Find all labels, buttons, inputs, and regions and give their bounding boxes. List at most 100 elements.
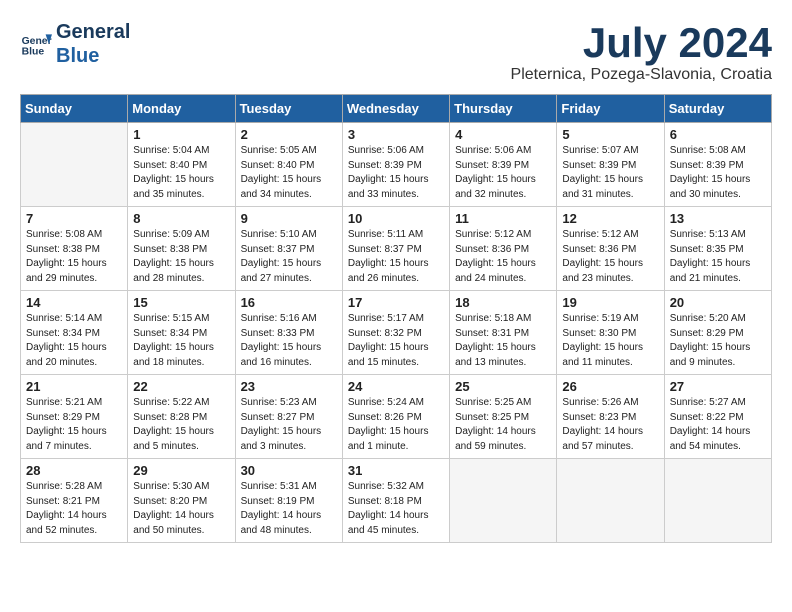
- day-info: Sunrise: 5:16 AM Sunset: 8:33 PM Dayligh…: [241, 312, 337, 370]
- month-title: July 2024: [511, 20, 772, 66]
- logo-text-general: General: [56, 20, 130, 44]
- day-info: Sunrise: 5:32 AM Sunset: 8:18 PM Dayligh…: [348, 480, 444, 538]
- day-number: 13: [670, 211, 766, 226]
- calendar-cell: 31 Sunrise: 5:32 AM Sunset: 8:18 PM Dayli…: [342, 459, 449, 543]
- day-info: Sunrise: 5:10 AM Sunset: 8:37 PM Dayligh…: [241, 228, 337, 286]
- calendar-cell: 14 Sunrise: 5:14 AM Sunset: 8:34 PM Dayli…: [21, 291, 128, 375]
- weekday-header-row: SundayMondayTuesdayWednesdayThursdayFrid…: [21, 95, 772, 123]
- day-number: 9: [241, 211, 337, 226]
- weekday-header-tuesday: Tuesday: [235, 95, 342, 123]
- day-info: Sunrise: 5:23 AM Sunset: 8:27 PM Dayligh…: [241, 396, 337, 454]
- day-number: 29: [133, 463, 229, 478]
- day-number: 31: [348, 463, 444, 478]
- calendar-cell: 16 Sunrise: 5:16 AM Sunset: 8:33 PM Dayli…: [235, 291, 342, 375]
- logo: General Blue General Blue: [20, 20, 130, 68]
- day-number: 16: [241, 295, 337, 310]
- calendar-cell: 19 Sunrise: 5:19 AM Sunset: 8:30 PM Dayli…: [557, 291, 664, 375]
- day-number: 21: [26, 379, 122, 394]
- day-number: 1: [133, 127, 229, 142]
- day-info: Sunrise: 5:22 AM Sunset: 8:28 PM Dayligh…: [133, 396, 229, 454]
- weekday-header-thursday: Thursday: [450, 95, 557, 123]
- weekday-header-saturday: Saturday: [664, 95, 771, 123]
- day-number: 23: [241, 379, 337, 394]
- day-info: Sunrise: 5:14 AM Sunset: 8:34 PM Dayligh…: [26, 312, 122, 370]
- day-info: Sunrise: 5:04 AM Sunset: 8:40 PM Dayligh…: [133, 144, 229, 202]
- calendar-cell: 11 Sunrise: 5:12 AM Sunset: 8:36 PM Dayli…: [450, 207, 557, 291]
- day-number: 12: [562, 211, 658, 226]
- calendar-cell: 5 Sunrise: 5:07 AM Sunset: 8:39 PM Daylig…: [557, 123, 664, 207]
- weekday-header-monday: Monday: [128, 95, 235, 123]
- day-info: Sunrise: 5:17 AM Sunset: 8:32 PM Dayligh…: [348, 312, 444, 370]
- day-info: Sunrise: 5:25 AM Sunset: 8:25 PM Dayligh…: [455, 396, 551, 454]
- calendar-cell: 1 Sunrise: 5:04 AM Sunset: 8:40 PM Daylig…: [128, 123, 235, 207]
- day-info: Sunrise: 5:07 AM Sunset: 8:39 PM Dayligh…: [562, 144, 658, 202]
- calendar-cell: 7 Sunrise: 5:08 AM Sunset: 8:38 PM Daylig…: [21, 207, 128, 291]
- calendar-week-4: 21 Sunrise: 5:21 AM Sunset: 8:29 PM Dayli…: [21, 375, 772, 459]
- title-block: July 2024 Pleternica, Pozega-Slavonia, C…: [511, 20, 772, 84]
- calendar-week-2: 7 Sunrise: 5:08 AM Sunset: 8:38 PM Daylig…: [21, 207, 772, 291]
- logo-icon: General Blue: [20, 28, 52, 60]
- day-info: Sunrise: 5:05 AM Sunset: 8:40 PM Dayligh…: [241, 144, 337, 202]
- calendar-cell: 18Sunrise: 5:18 AM Sunset: 8:31 PM Dayli…: [450, 291, 557, 375]
- calendar-cell: 22Sunrise: 5:22 AM Sunset: 8:28 PM Dayli…: [128, 375, 235, 459]
- day-info: Sunrise: 5:08 AM Sunset: 8:39 PM Dayligh…: [670, 144, 766, 202]
- calendar-cell: 3 Sunrise: 5:06 AM Sunset: 8:39 PM Daylig…: [342, 123, 449, 207]
- calendar-cell: 17 Sunrise: 5:17 AM Sunset: 8:32 PM Dayli…: [342, 291, 449, 375]
- day-info: Sunrise: 5:11 AM Sunset: 8:37 PM Dayligh…: [348, 228, 444, 286]
- day-number: 26: [562, 379, 658, 394]
- day-number: 19: [562, 295, 658, 310]
- calendar-body: 1 Sunrise: 5:04 AM Sunset: 8:40 PM Daylig…: [21, 123, 772, 543]
- svg-text:Blue: Blue: [22, 46, 45, 57]
- day-info: Sunrise: 5:12 AM Sunset: 8:36 PM Dayligh…: [455, 228, 551, 286]
- calendar-cell: 2 Sunrise: 5:05 AM Sunset: 8:40 PM Daylig…: [235, 123, 342, 207]
- calendar-cell: [557, 459, 664, 543]
- day-number: 30: [241, 463, 337, 478]
- page-header: General Blue General Blue July 2024 Plet…: [20, 20, 772, 84]
- calendar-cell: 20Sunrise: 5:20 AM Sunset: 8:29 PM Dayli…: [664, 291, 771, 375]
- day-info: Sunrise: 5:27 AM Sunset: 8:22 PM Dayligh…: [670, 396, 766, 454]
- day-info: Sunrise: 5:09 AM Sunset: 8:38 PM Dayligh…: [133, 228, 229, 286]
- calendar-cell: 23 Sunrise: 5:23 AM Sunset: 8:27 PM Dayli…: [235, 375, 342, 459]
- calendar-cell: [450, 459, 557, 543]
- day-number: 3: [348, 127, 444, 142]
- calendar-week-1: 1 Sunrise: 5:04 AM Sunset: 8:40 PM Daylig…: [21, 123, 772, 207]
- weekday-header-sunday: Sunday: [21, 95, 128, 123]
- calendar-cell: 28 Sunrise: 5:28 AM Sunset: 8:21 PM Dayli…: [21, 459, 128, 543]
- calendar-cell: [664, 459, 771, 543]
- day-number: 11: [455, 211, 551, 226]
- day-info: Sunrise: 5:21 AM Sunset: 8:29 PM Dayligh…: [26, 396, 122, 454]
- day-number: 28: [26, 463, 122, 478]
- day-info: Sunrise: 5:24 AM Sunset: 8:26 PM Dayligh…: [348, 396, 444, 454]
- calendar-week-5: 28 Sunrise: 5:28 AM Sunset: 8:21 PM Dayli…: [21, 459, 772, 543]
- day-info: Sunrise: 5:06 AM Sunset: 8:39 PM Dayligh…: [348, 144, 444, 202]
- day-info: Sunrise: 5:28 AM Sunset: 8:21 PM Dayligh…: [26, 480, 122, 538]
- day-info: Sunrise: 5:30 AM Sunset: 8:20 PM Dayligh…: [133, 480, 229, 538]
- day-info: Sunrise: 5:18 AM Sunset: 8:31 PM Dayligh…: [455, 312, 551, 370]
- weekday-header-friday: Friday: [557, 95, 664, 123]
- calendar-cell: 10Sunrise: 5:11 AM Sunset: 8:37 PM Dayli…: [342, 207, 449, 291]
- calendar-cell: 12 Sunrise: 5:12 AM Sunset: 8:36 PM Dayli…: [557, 207, 664, 291]
- day-number: 8: [133, 211, 229, 226]
- location-text: Pleternica, Pozega-Slavonia, Croatia: [511, 66, 772, 84]
- calendar-cell: 24 Sunrise: 5:24 AM Sunset: 8:26 PM Dayli…: [342, 375, 449, 459]
- day-number: 7: [26, 211, 122, 226]
- calendar-cell: 9 Sunrise: 5:10 AM Sunset: 8:37 PM Daylig…: [235, 207, 342, 291]
- day-number: 17: [348, 295, 444, 310]
- day-info: Sunrise: 5:08 AM Sunset: 8:38 PM Dayligh…: [26, 228, 122, 286]
- weekday-header-wednesday: Wednesday: [342, 95, 449, 123]
- logo-text-blue: Blue: [56, 44, 130, 68]
- day-number: 24: [348, 379, 444, 394]
- calendar-cell: 4Sunrise: 5:06 AM Sunset: 8:39 PM Daylig…: [450, 123, 557, 207]
- day-info: Sunrise: 5:31 AM Sunset: 8:19 PM Dayligh…: [241, 480, 337, 538]
- day-number: 6: [670, 127, 766, 142]
- day-number: 14: [26, 295, 122, 310]
- calendar-cell: 6 Sunrise: 5:08 AM Sunset: 8:39 PM Daylig…: [664, 123, 771, 207]
- day-info: Sunrise: 5:12 AM Sunset: 8:36 PM Dayligh…: [562, 228, 658, 286]
- day-info: Sunrise: 5:20 AM Sunset: 8:29 PM Dayligh…: [670, 312, 766, 370]
- day-number: 15: [133, 295, 229, 310]
- day-number: 2: [241, 127, 337, 142]
- day-number: 4: [455, 127, 551, 142]
- calendar-cell: 26Sunrise: 5:26 AM Sunset: 8:23 PM Dayli…: [557, 375, 664, 459]
- day-info: Sunrise: 5:19 AM Sunset: 8:30 PM Dayligh…: [562, 312, 658, 370]
- day-number: 5: [562, 127, 658, 142]
